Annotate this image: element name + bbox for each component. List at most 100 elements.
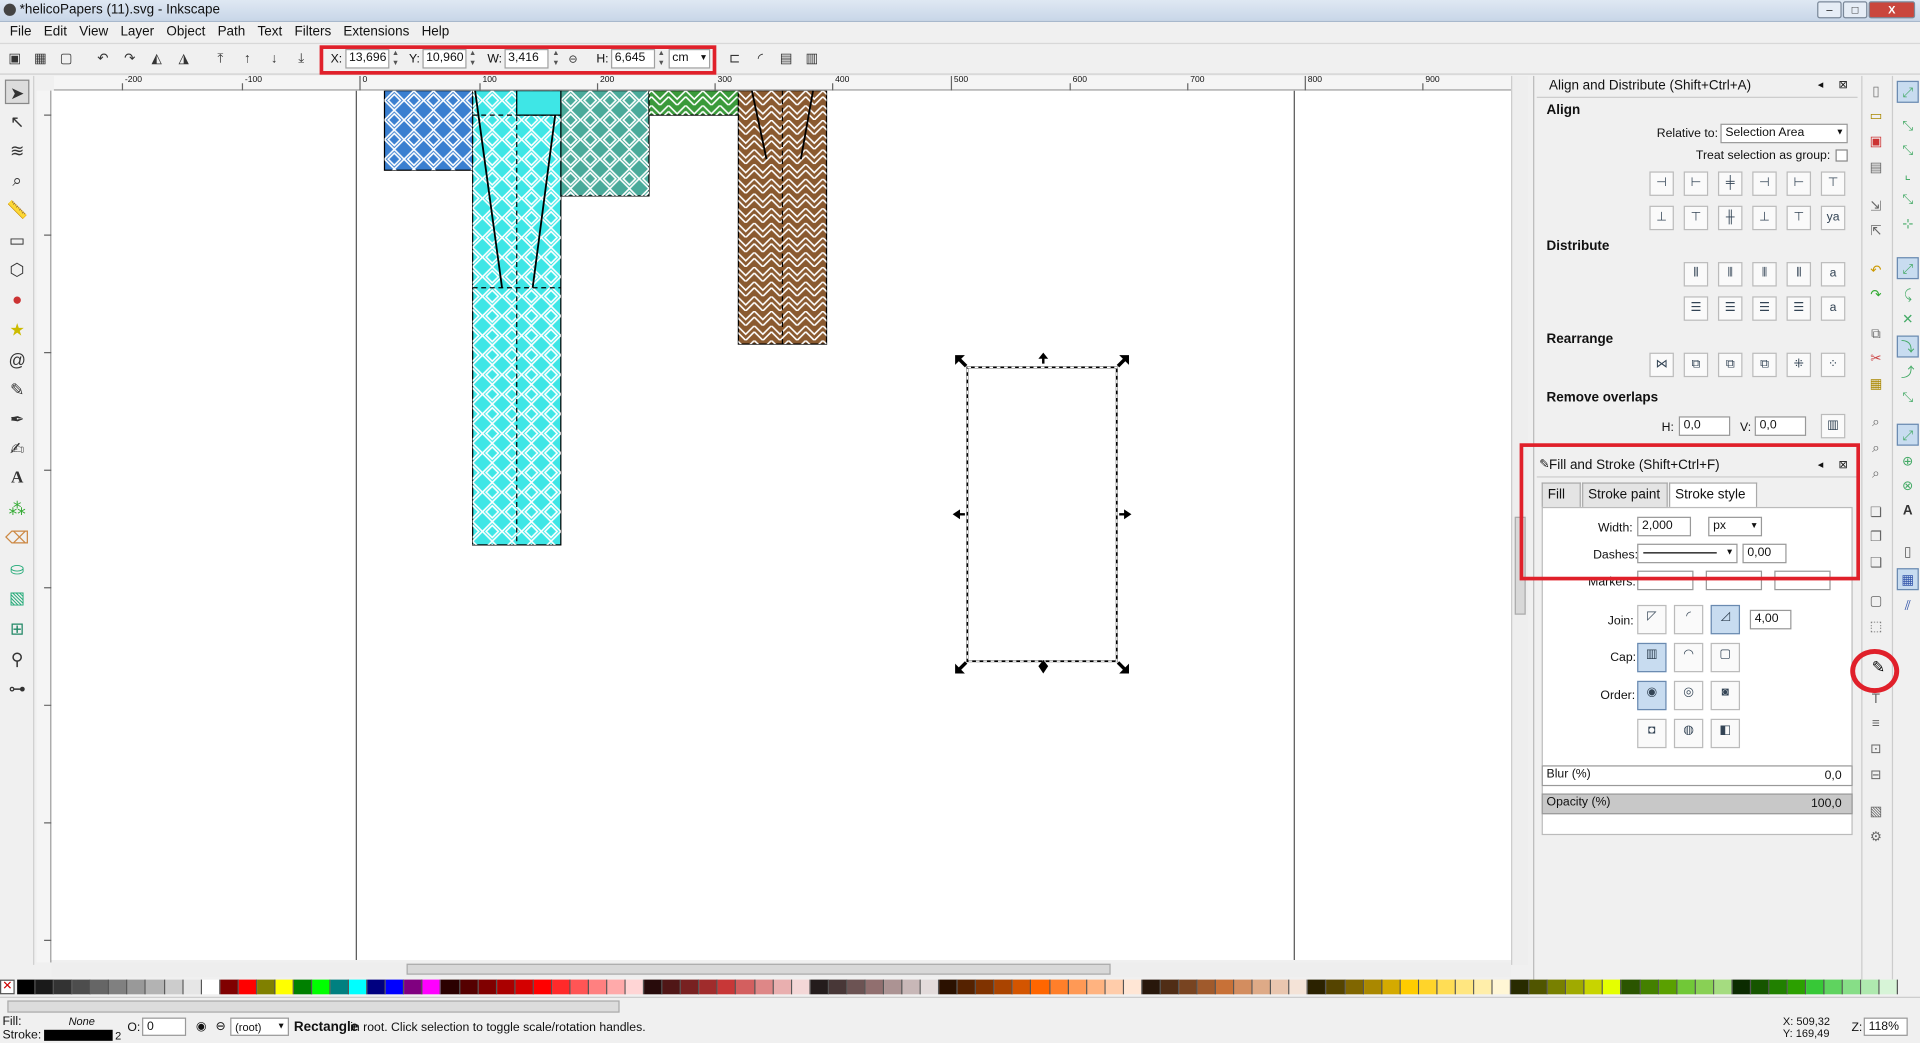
distribute-top-icon[interactable]: ☰	[1683, 296, 1709, 321]
align-bottom-edge-icon[interactable]: ⊥	[1649, 205, 1674, 231]
palette-swatch[interactable]	[1363, 979, 1383, 995]
snap-bbox-corner-icon[interactable]: ⌞	[1897, 164, 1919, 186]
palette-swatch[interactable]	[1252, 979, 1272, 995]
palette-swatch[interactable]	[238, 979, 257, 995]
menu-path[interactable]: Path	[213, 22, 253, 43]
treat-group-checkbox[interactable]	[1835, 149, 1848, 162]
flip-horizontal-icon[interactable]: ◭	[147, 49, 167, 69]
distribute-gaps-h-icon[interactable]: ⫴	[1786, 262, 1812, 287]
pen-tool-icon[interactable]: ✒	[5, 407, 29, 431]
palette-swatch[interactable]	[994, 979, 1014, 995]
palette-swatch[interactable]	[90, 979, 110, 995]
snap-cusp-icon[interactable]: ⤵	[1896, 335, 1919, 358]
end-marker-select[interactable]	[1774, 570, 1831, 591]
palette-swatch[interactable]	[920, 979, 940, 995]
snap-midpoints-icon[interactable]: ⤡	[1897, 387, 1919, 409]
import-icon[interactable]: ⇲	[1865, 196, 1887, 218]
cut-icon[interactable]: ✂	[1865, 348, 1887, 370]
zoom-drawing-icon[interactable]: ⌕	[1865, 437, 1887, 459]
bevel-join-icon[interactable]: ◿	[1710, 604, 1741, 635]
snap-toggle-icon[interactable]: ⤢	[1896, 80, 1919, 103]
miter-limit-input[interactable]: 4,00	[1749, 609, 1792, 630]
palette-swatch[interactable]	[1123, 979, 1143, 995]
palette-swatch[interactable]	[54, 979, 73, 995]
palette-swatch[interactable]	[72, 979, 91, 995]
palette-swatch[interactable]	[1197, 979, 1217, 995]
palette-swatch[interactable]	[1695, 979, 1714, 995]
distribute-center-h-icon[interactable]: ⫴	[1717, 262, 1743, 287]
center-horizontal-axis-icon[interactable]: ╫	[1717, 205, 1743, 231]
visibility-icon[interactable]: ◉	[196, 1020, 207, 1033]
palette-swatch[interactable]	[1861, 979, 1880, 995]
palette-swatch[interactable]	[478, 979, 497, 995]
raise-icon[interactable]: ↑	[238, 49, 258, 69]
palette-swatch[interactable]	[127, 979, 147, 995]
star-tool-icon[interactable]: ★	[5, 317, 29, 341]
menu-file[interactable]: File	[5, 22, 39, 43]
minimize-button[interactable]: –	[1817, 1, 1842, 19]
layers-icon[interactable]: ≡	[1865, 713, 1887, 735]
mid-marker-select[interactable]	[1705, 570, 1763, 591]
order-markers-fill-stroke-icon[interactable]: ◘	[1637, 718, 1667, 749]
center-vertical-axis-icon[interactable]: ╪	[1717, 171, 1743, 196]
tweak-tool-icon[interactable]: ≋	[5, 138, 29, 162]
palette-swatch[interactable]	[902, 979, 921, 995]
palette-swatch[interactable]	[810, 979, 829, 995]
palette-swatch[interactable]	[1806, 979, 1825, 995]
unlink-clone-icon[interactable]: ❑	[1865, 552, 1887, 574]
drawing-canvas[interactable]	[51, 90, 1512, 961]
snap-smooth-icon[interactable]: ⤴	[1897, 362, 1919, 384]
palette-swatch[interactable]	[146, 979, 165, 995]
transform-patterns-icon[interactable]: ▥	[802, 49, 822, 69]
no-paint-swatch[interactable]: ✕	[0, 979, 15, 995]
undo-icon[interactable]: ↶	[1865, 260, 1887, 282]
align-left-icon[interactable]: ⊢	[1683, 171, 1709, 196]
distribute-gaps-v-icon[interactable]: ☰	[1786, 296, 1812, 321]
palette-swatch[interactable]	[1160, 979, 1180, 995]
redo-icon[interactable]: ↷	[1865, 284, 1887, 306]
new-document-icon[interactable]: ▯	[1865, 81, 1887, 103]
palette-swatch[interactable]	[570, 979, 589, 995]
palette-swatch[interactable]	[183, 979, 202, 995]
copy-icon[interactable]: ⧉	[1865, 323, 1887, 345]
palette-swatch[interactable]	[736, 979, 755, 995]
palette-swatch[interactable]	[699, 979, 719, 995]
unclump-icon[interactable]: ⁘	[1820, 352, 1846, 378]
snap-grid-icon[interactable]: ▦	[1896, 568, 1919, 591]
palette-swatch[interactable]	[1787, 979, 1807, 995]
scale-corners-icon[interactable]: ◜	[751, 49, 771, 69]
palette-swatch[interactable]	[441, 979, 460, 995]
order-stroke-markers-fill-icon[interactable]: ◍	[1673, 718, 1704, 749]
scale-stroke-icon[interactable]: ⊏	[725, 49, 745, 69]
horizontal-scroll-thumb[interactable]	[406, 963, 1111, 975]
spray-tool-icon[interactable]: ⁂	[5, 496, 29, 520]
flip-vertical-icon[interactable]: ◮	[174, 49, 194, 69]
eraser-tool-icon[interactable]: ⌫	[5, 525, 29, 549]
palette-swatch[interactable]	[1750, 979, 1770, 995]
palette-swatch[interactable]	[662, 979, 682, 995]
preferences-icon[interactable]: ⚙	[1865, 827, 1887, 849]
raise-to-top-icon[interactable]: ⤒	[211, 49, 231, 69]
palette-swatch[interactable]	[681, 979, 700, 995]
palette-swatch[interactable]	[1050, 979, 1069, 995]
lock-icon[interactable]: ⊖	[566, 49, 581, 69]
canvas-drawing[interactable]	[51, 90, 1511, 961]
rotate-cw-icon[interactable]: ↷	[120, 49, 140, 69]
blur-slider[interactable]: Blur (%) 0,0	[1541, 765, 1853, 787]
export-icon[interactable]: ⇱	[1865, 220, 1887, 242]
align-top-edge-icon[interactable]: ⊤	[1786, 205, 1812, 231]
palette-swatch[interactable]	[1068, 979, 1087, 995]
select-all-icon[interactable]: ▣	[5, 49, 25, 69]
exchange-z-order-icon[interactable]: ⧉	[1717, 352, 1743, 378]
menu-layer[interactable]: Layer	[116, 22, 162, 43]
palette-swatch[interactable]	[1382, 979, 1401, 995]
lock-icon[interactable]: ⊖	[216, 1020, 226, 1033]
palette-scrollbar[interactable]	[7, 1000, 620, 1013]
palette-swatch[interactable]	[1529, 979, 1548, 995]
palette-swatch[interactable]	[1492, 979, 1512, 995]
palette-swatch[interactable]	[1769, 979, 1788, 995]
palette-swatch[interactable]	[1603, 979, 1622, 995]
menu-edit[interactable]: Edit	[39, 22, 74, 43]
selected-rectangle[interactable]	[966, 366, 1118, 663]
pencil-tool-icon[interactable]: ✎	[5, 377, 29, 401]
